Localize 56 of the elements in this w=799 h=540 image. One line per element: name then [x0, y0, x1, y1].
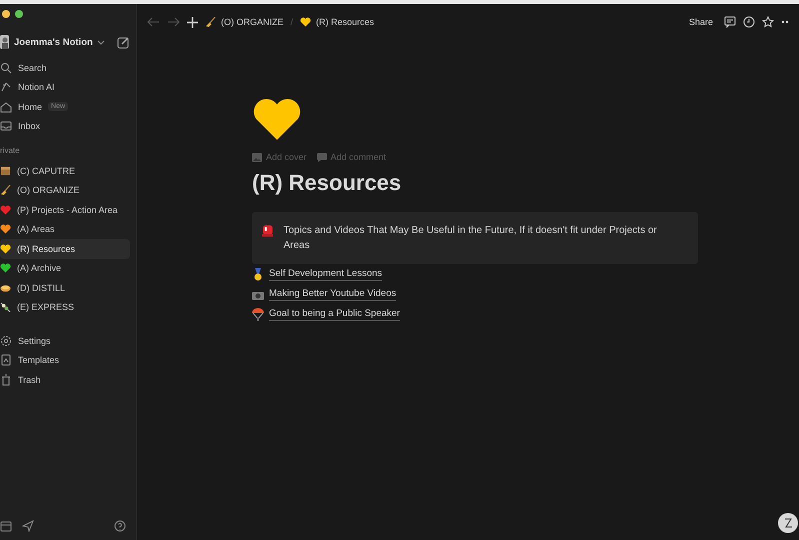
broom-icon	[205, 17, 216, 27]
minimize-button[interactable]	[2, 10, 10, 18]
breadcrumb-separator: /	[290, 17, 294, 27]
share-button[interactable]: Share	[684, 17, 717, 27]
search-icon	[0, 62, 12, 74]
image-icon	[252, 152, 262, 162]
section-label: rivate	[0, 145, 21, 157]
page-link[interactable]: Goal to being a Public Speaker	[269, 307, 400, 321]
add-icon[interactable]	[187, 16, 198, 28]
clock-icon[interactable]	[743, 16, 755, 28]
comment-icon[interactable]	[724, 16, 736, 28]
home-icon	[0, 100, 12, 113]
sidebar-item[interactable]: Trash	[0, 370, 130, 390]
zoom-button[interactable]	[15, 10, 23, 18]
compose-icon[interactable]	[117, 36, 130, 48]
chevron-icon	[96, 38, 105, 46]
heart-icon	[252, 96, 302, 142]
inbox-icon	[0, 120, 12, 132]
page-item[interactable]: (D) DISTILL	[0, 278, 130, 298]
trash-icon	[0, 374, 12, 386]
avatar-icon	[0, 35, 9, 49]
workspace-switcher[interactable]: Joemma's Notion	[14, 36, 105, 48]
page-link[interactable]: Self Development Lessons	[269, 267, 382, 281]
medal-icon	[252, 268, 264, 280]
help-icon[interactable]	[114, 520, 126, 532]
page-item[interactable]: (O) ORGANIZE	[0, 180, 130, 200]
settings-icon	[0, 334, 12, 347]
page-title: (R) Resources	[252, 170, 402, 196]
help-button[interactable]	[777, 512, 799, 534]
page-item[interactable]: (E) EXPRESS	[0, 298, 130, 317]
skewer-icon	[0, 302, 11, 312]
star-icon[interactable]	[762, 16, 774, 28]
siren-icon	[262, 223, 274, 237]
send-icon[interactable]	[22, 520, 34, 532]
sidebar-item[interactable]: Search	[0, 58, 130, 78]
page-item[interactable]: (A) Archive	[0, 258, 130, 278]
more-icon[interactable]	[781, 20, 789, 24]
pie-icon	[0, 282, 11, 293]
page-item[interactable]: (P) Projects - Action Area	[0, 200, 130, 220]
breadcrumb-link[interactable]: (O) ORGANIZE	[205, 17, 284, 27]
page-item[interactable]: (A) Areas	[0, 220, 130, 239]
callout-text: Topics and Videos That May Be Useful in the Future, If it doesn't fit under Projects or Areas	[283, 224, 658, 253]
page-item[interactable]: (R) Resources	[0, 239, 130, 258]
page-link[interactable]: Making Better Youtube Videos	[269, 287, 396, 301]
comment-icon	[316, 152, 327, 162]
sidebar-item[interactable]: Settings	[0, 331, 130, 350]
template-icon	[0, 354, 12, 366]
sidebar-item[interactable]: Inbox	[0, 116, 130, 136]
sidebar-item[interactable]: Templates	[0, 350, 130, 370]
parachute-icon	[252, 308, 264, 320]
page-item[interactable]: (C) CAPUTRE	[0, 161, 130, 180]
calendar-icon[interactable]	[0, 520, 12, 532]
broom-icon	[0, 185, 11, 196]
breadcrumb-link[interactable]: (R) Resources	[300, 17, 374, 27]
box-icon	[0, 166, 11, 176]
sidebar-item[interactable]: Notion AI	[0, 78, 130, 97]
